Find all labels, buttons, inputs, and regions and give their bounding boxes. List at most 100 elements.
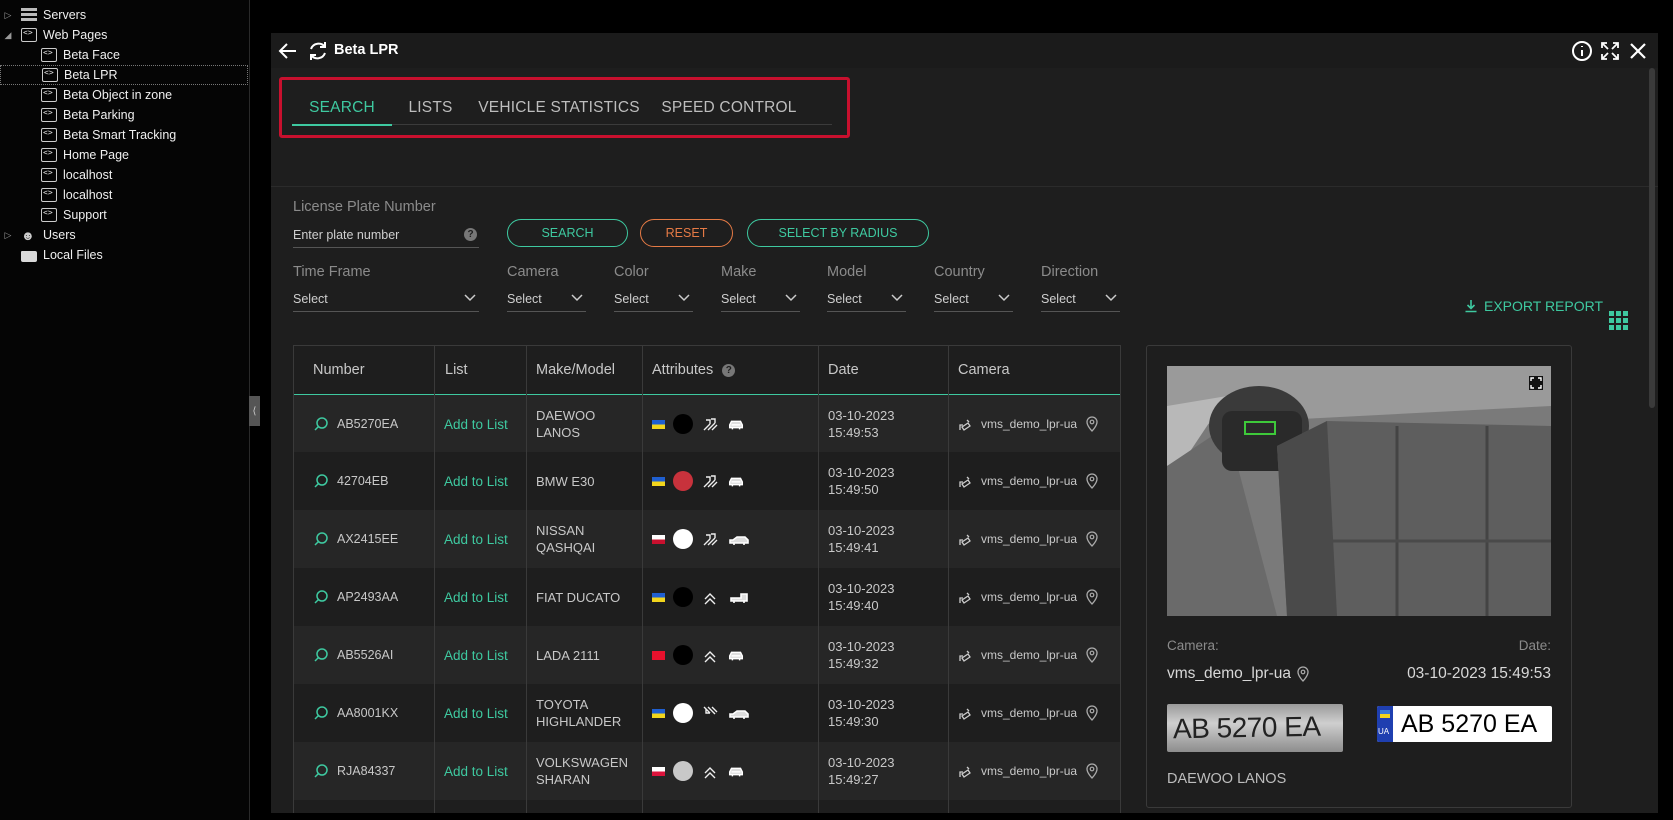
header-camera[interactable]: Camera: [958, 346, 1010, 394]
search-icon[interactable]: [313, 763, 329, 779]
table-row[interactable]: RJA84337 Add to List VOLKSWAGEN SHARAN 03-10…: [294, 742, 1120, 801]
table-row[interactable]: 03-10-2023: [294, 800, 1120, 813]
location-pin-icon[interactable]: [1085, 416, 1099, 432]
tree-item-beta-face[interactable]: Beta Face: [41, 45, 120, 65]
tree-item-beta-lpr[interactable]: Beta LPR: [0, 65, 248, 85]
reset-button[interactable]: RESET: [640, 219, 733, 247]
add-to-list-link[interactable]: Add to List: [444, 568, 508, 626]
tab-lists[interactable]: LISTS: [392, 91, 469, 124]
camera-cell: vms_demo_lpr-ua: [958, 452, 1099, 510]
table-row[interactable]: AA8001KX Add to List TOYOTA HIGHLANDER 03-10…: [294, 684, 1120, 743]
location-pin-icon[interactable]: [1085, 705, 1099, 721]
date-cell: 03-10-2023 15:49:41: [828, 510, 895, 568]
vehicle-snapshot[interactable]: [1167, 366, 1551, 616]
add-to-list-link[interactable]: Add to List: [444, 742, 508, 800]
attributes-cell: [652, 510, 759, 568]
country-flag-icon: [652, 708, 665, 718]
close-icon[interactable]: [1626, 39, 1650, 63]
column-grid-icon[interactable]: [1609, 311, 1628, 330]
tree-item-beta-parking[interactable]: Beta Parking: [41, 105, 135, 125]
header-number[interactable]: Number: [313, 346, 365, 394]
filter-select-direction[interactable]: Select: [1041, 287, 1120, 312]
add-to-list-link[interactable]: Add to List: [444, 395, 508, 453]
table-row[interactable]: 42704EB Add to List BMW E30 03-10-2023 15:49…: [294, 452, 1120, 511]
search-icon[interactable]: [313, 647, 329, 663]
filter-select-country[interactable]: Select: [934, 287, 1013, 312]
fullscreen-icon[interactable]: [1598, 39, 1622, 63]
tree-item-localhost[interactable]: localhost: [41, 165, 112, 185]
location-pin-icon[interactable]: [1085, 647, 1099, 663]
header-make-model[interactable]: Make/Model: [536, 346, 615, 394]
header-attributes[interactable]: Attributes ?: [652, 346, 736, 394]
tree-item-localhost[interactable]: localhost: [41, 185, 112, 205]
tree-item-support[interactable]: Support: [41, 205, 107, 225]
header-date[interactable]: Date: [828, 346, 859, 394]
search-icon[interactable]: [313, 473, 329, 489]
add-to-list-link[interactable]: Add to List: [444, 626, 508, 684]
help-icon[interactable]: ?: [464, 228, 477, 241]
export-report-button[interactable]: EXPORT REPORT: [1464, 298, 1603, 314]
expand-image-icon[interactable]: [1529, 376, 1543, 390]
filter-select-color[interactable]: Select: [614, 287, 693, 312]
table-row[interactable]: AB5526AI Add to List LADA 2111 03-10-2023 15…: [294, 626, 1120, 685]
tab-vehicle-statistics[interactable]: VEHICLE STATISTICS: [469, 91, 649, 124]
search-icon[interactable]: [313, 589, 329, 605]
chevron-down-icon: [998, 294, 1010, 302]
location-pin-icon[interactable]: [1085, 473, 1099, 489]
date-text: 03-10-2023: [828, 697, 895, 712]
vertical-scrollbar[interactable]: [1649, 68, 1655, 408]
search-icon[interactable]: [313, 705, 329, 721]
tree-item-local-files[interactable]: Local Files: [21, 245, 103, 265]
tab-search[interactable]: SEARCH: [292, 91, 392, 126]
chevron-down-icon: [571, 294, 583, 302]
location-pin-icon[interactable]: [1085, 531, 1099, 547]
add-to-list-link[interactable]: Add to List: [444, 510, 508, 568]
location-pin-icon[interactable]: [1296, 666, 1310, 682]
section-divider: [271, 186, 1658, 187]
expand-caret-icon[interactable]: ▷: [3, 10, 13, 21]
attributes-cell: [652, 684, 759, 742]
refresh-icon[interactable]: [306, 39, 330, 63]
direction-icon: [703, 533, 718, 546]
chevron-down-icon: [785, 294, 797, 302]
filter-select-model[interactable]: Select: [827, 287, 906, 312]
tree-item-beta-smart-tracking[interactable]: Beta Smart Tracking: [41, 125, 176, 145]
table-row[interactable]: AX2415EE Add to List NISSAN QASHQAI 03-10-20…: [294, 510, 1120, 569]
web-icon: [21, 28, 37, 42]
filter-select-time-frame[interactable]: Select: [293, 287, 479, 312]
tree-item-beta-object-in-zone[interactable]: Beta Object in zone: [41, 85, 172, 105]
location-pin-icon[interactable]: [1085, 589, 1099, 605]
info-icon[interactable]: [1570, 39, 1594, 63]
add-to-list-link[interactable]: Add to List: [444, 452, 508, 510]
search-button[interactable]: SEARCH: [507, 219, 628, 247]
filter-select-camera[interactable]: Select: [507, 287, 586, 312]
table-header: Number List Make/Model Attributes ? Date…: [294, 346, 1120, 395]
plate-number-input[interactable]: Enter plate number ?: [293, 223, 479, 248]
country-flag-icon: [652, 766, 665, 776]
filter-label-direction: Direction: [1041, 264, 1099, 280]
export-report-label: EXPORT REPORT: [1484, 298, 1604, 314]
tree-item-home-page[interactable]: Home Page: [41, 145, 129, 165]
date-cell: 03-10-2023 15:49:32: [828, 626, 895, 684]
filter-select-make[interactable]: Select: [721, 287, 800, 312]
search-icon[interactable]: [313, 416, 329, 432]
attributes-help-icon[interactable]: ?: [722, 363, 736, 377]
date-text: 03-10-2023: [828, 523, 895, 538]
tree-item-users[interactable]: ▷ ☻ Users: [5, 225, 76, 245]
tree-item-label: Web Pages: [43, 28, 108, 42]
add-to-list-link[interactable]: Add to List: [444, 684, 508, 742]
search-icon[interactable]: [313, 531, 329, 547]
panel-collapse-handle[interactable]: ⟨: [249, 396, 260, 426]
expand-caret-icon[interactable]: ▷: [3, 230, 13, 241]
tree-item-label: Beta Parking: [63, 108, 135, 122]
table-row[interactable]: AP2493AA Add to List FIAT DUCATO 03-10-2023…: [294, 568, 1120, 627]
tab-speed-control[interactable]: SPEED CONTROL: [649, 91, 809, 124]
select-by-radius-button[interactable]: SELECT BY RADIUS: [747, 219, 929, 247]
collapse-caret-icon[interactable]: ◢: [3, 30, 13, 41]
table-row[interactable]: AB5270EA Add to List DAEWOO LANOS 03-10-2023…: [294, 394, 1120, 454]
tree-item-servers[interactable]: ▷ Servers: [5, 5, 86, 25]
location-pin-icon[interactable]: [1085, 763, 1099, 779]
header-list[interactable]: List: [445, 346, 468, 394]
back-arrow-icon[interactable]: [276, 39, 300, 63]
tree-item-web-pages[interactable]: ◢ Web Pages: [5, 25, 108, 45]
